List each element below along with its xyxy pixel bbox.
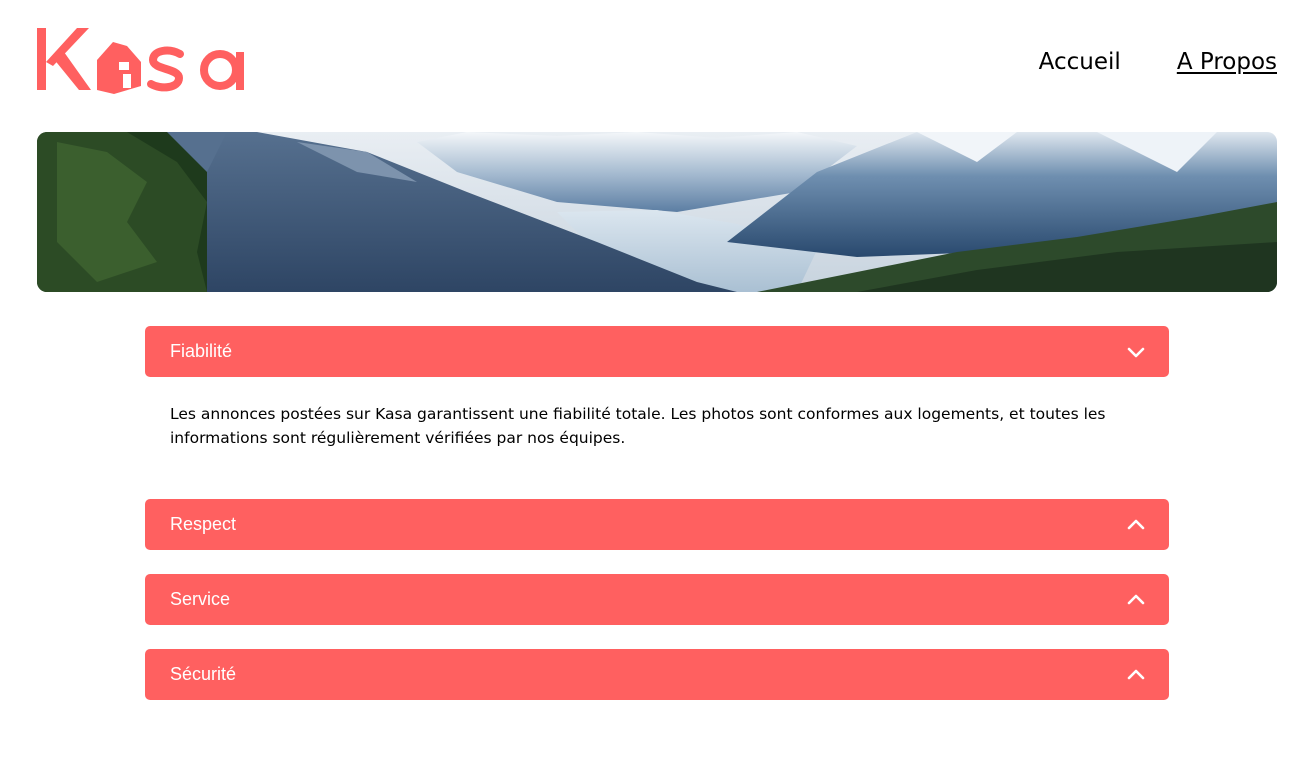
kasa-logo[interactable] — [37, 22, 252, 98]
accordion-content-fiabilite: Les annonces postées sur Kasa garantisse… — [170, 405, 1106, 447]
chevron-up-icon[interactable] — [1127, 666, 1145, 684]
accordion-fiabilite: Fiabilité Les annonces postées sur Kasa … — [145, 326, 1169, 499]
accordion-title: Respect — [170, 514, 237, 534]
accordion-securite: Sécurité — [145, 649, 1169, 700]
accordion-header-service[interactable]: Service — [145, 574, 1169, 625]
about-page: Accueil A Propos Fiabilité Les annonces … — [0, 0, 1291, 773]
nav-link-a-propos[interactable]: A Propos — [1177, 46, 1277, 78]
chevron-up-icon[interactable] — [1127, 516, 1145, 534]
nav-link-accueil[interactable]: Accueil — [1039, 46, 1121, 78]
accordion-service: Service — [145, 574, 1169, 625]
accordion-respect: Respect — [145, 499, 1169, 550]
accordion-title: Fiabilité — [170, 341, 233, 361]
site-header: Accueil A Propos — [37, 22, 1277, 98]
chevron-down-icon[interactable] — [1127, 343, 1145, 361]
accordion-title: Sécurité — [170, 664, 237, 684]
accordion-header-respect[interactable]: Respect — [145, 499, 1169, 550]
mountain-landscape-image — [37, 132, 1277, 292]
main-nav: Accueil A Propos — [1039, 46, 1277, 78]
accordion-header-securite[interactable]: Sécurité — [145, 649, 1169, 700]
values-accordions: Fiabilité Les annonces postées sur Kasa … — [145, 326, 1169, 700]
accordion-title: Service — [170, 589, 231, 609]
about-banner — [37, 132, 1277, 292]
accordion-header-fiabilite[interactable]: Fiabilité — [145, 326, 1169, 377]
chevron-up-icon[interactable] — [1127, 591, 1145, 609]
